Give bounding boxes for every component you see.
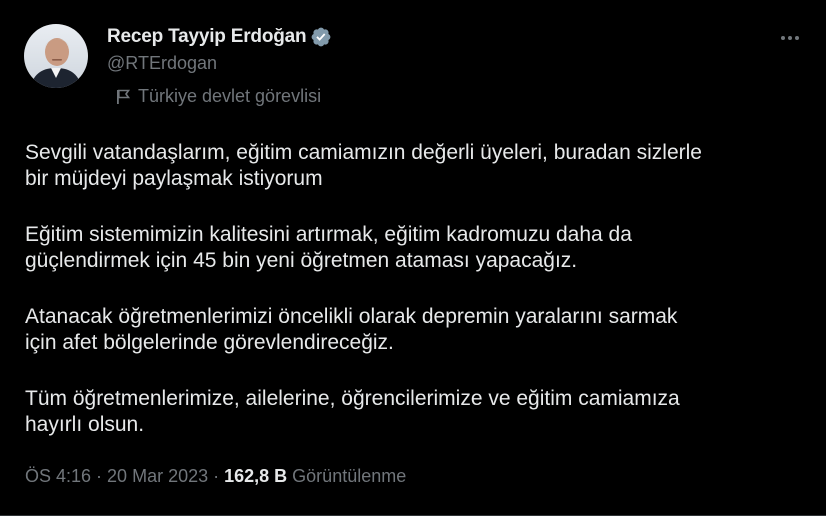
tweet-paragraph-2: Eğitim sistemimizin kalitesini artırmak,… — [25, 223, 632, 272]
more-dot — [795, 36, 799, 40]
meta-separator: · — [213, 466, 220, 486]
views-label: Görüntülenme — [292, 466, 407, 486]
tweet-meta: ÖS 4:16 · 20 Mar 2023 · 162,8 B Görüntül… — [25, 466, 406, 487]
flag-icon — [114, 88, 132, 106]
more-horizontal-icon — [781, 36, 785, 40]
avatar[interactable] — [24, 24, 88, 88]
more-options-button[interactable] — [776, 26, 804, 50]
tweet-date[interactable]: 20 Mar 2023 — [107, 466, 208, 487]
meta-separator: · — [96, 466, 103, 486]
tweet-paragraph-1: Sevgili vatandaşlarım, eğitim camiamızın… — [25, 141, 702, 190]
display-name[interactable]: Recep Tayyip Erdoğan — [107, 26, 307, 48]
more-dot — [788, 36, 792, 40]
handle[interactable]: @RTErdogan — [107, 53, 332, 74]
verified-badge-icon[interactable] — [310, 26, 332, 48]
tweet-paragraph-4: Tüm öğretmenlerimize, ailelerine, öğrenc… — [25, 387, 680, 436]
affiliation-label[interactable]: Türkiye devlet görevlisi — [114, 86, 321, 107]
affiliation-text: Türkiye devlet görevlisi — [138, 86, 322, 106]
avatar-image — [24, 24, 88, 88]
tweet-card: Recep Tayyip Erdoğan @RTErdogan Türkiye … — [0, 0, 826, 516]
author-block: Recep Tayyip Erdoğan @RTErdogan — [107, 24, 332, 74]
tweet-paragraph-3: Atanacak öğretmenlerimizi öncelikli olar… — [25, 305, 678, 354]
tweet-text: Sevgili vatandaşlarım, eğitim camiamızın… — [25, 140, 815, 468]
tweet-time[interactable]: ÖS 4:16 — [25, 466, 91, 487]
name-row: Recep Tayyip Erdoğan — [107, 24, 332, 50]
views-count[interactable]: 162,8 B — [224, 466, 287, 487]
